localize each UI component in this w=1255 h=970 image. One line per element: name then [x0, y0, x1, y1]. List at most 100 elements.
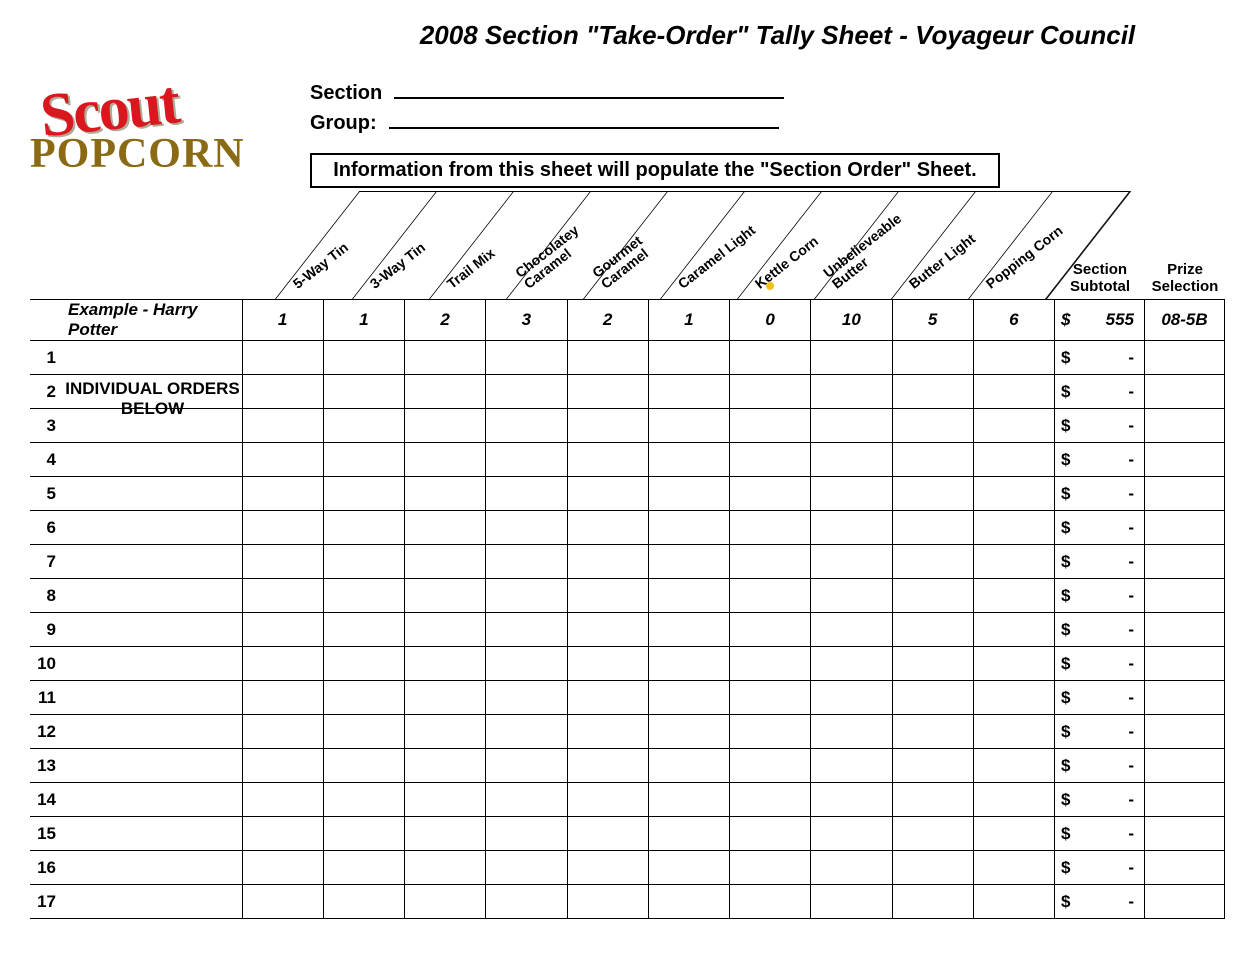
qty-cell[interactable] — [730, 647, 811, 681]
name-cell[interactable] — [62, 511, 242, 545]
name-cell[interactable] — [62, 579, 242, 613]
qty-cell[interactable] — [242, 783, 323, 817]
qty-cell[interactable] — [730, 409, 811, 443]
qty-cell[interactable] — [892, 477, 973, 511]
qty-cell[interactable] — [730, 783, 811, 817]
qty-cell[interactable] — [323, 613, 404, 647]
prize-cell[interactable] — [1145, 545, 1225, 579]
qty-cell[interactable] — [242, 851, 323, 885]
qty-cell[interactable] — [811, 817, 892, 851]
qty-cell[interactable] — [648, 375, 729, 409]
qty-cell[interactable] — [892, 647, 973, 681]
prize-cell[interactable] — [1145, 613, 1225, 647]
qty-cell[interactable] — [730, 511, 811, 545]
prize-cell[interactable] — [1145, 681, 1225, 715]
qty-cell[interactable] — [567, 511, 648, 545]
qty-cell[interactable] — [730, 715, 811, 749]
qty-cell[interactable] — [648, 783, 729, 817]
name-cell[interactable] — [62, 443, 242, 477]
qty-cell[interactable] — [242, 477, 323, 511]
qty-cell[interactable] — [973, 749, 1054, 783]
qty-cell[interactable] — [567, 443, 648, 477]
qty-cell[interactable] — [648, 647, 729, 681]
qty-cell[interactable] — [973, 341, 1054, 375]
name-cell[interactable] — [62, 613, 242, 647]
qty-cell[interactable] — [811, 477, 892, 511]
qty-cell[interactable] — [892, 885, 973, 919]
qty-cell[interactable] — [323, 375, 404, 409]
qty-cell[interactable] — [973, 375, 1054, 409]
qty-cell[interactable] — [648, 715, 729, 749]
qty-cell[interactable] — [567, 851, 648, 885]
prize-cell[interactable] — [1145, 749, 1225, 783]
qty-cell[interactable] — [973, 851, 1054, 885]
qty-cell[interactable] — [405, 545, 486, 579]
qty-cell[interactable] — [242, 341, 323, 375]
qty-cell[interactable] — [973, 409, 1054, 443]
qty-cell[interactable] — [323, 885, 404, 919]
qty-cell[interactable] — [486, 851, 567, 885]
qty-cell[interactable] — [648, 443, 729, 477]
qty-cell[interactable] — [892, 851, 973, 885]
qty-cell[interactable] — [811, 885, 892, 919]
qty-cell[interactable] — [242, 579, 323, 613]
qty-cell[interactable] — [730, 443, 811, 477]
qty-cell[interactable] — [323, 749, 404, 783]
prize-cell[interactable] — [1145, 477, 1225, 511]
qty-cell[interactable] — [892, 375, 973, 409]
qty-cell[interactable] — [405, 613, 486, 647]
qty-cell[interactable] — [567, 409, 648, 443]
qty-cell[interactable] — [486, 477, 567, 511]
prize-cell[interactable] — [1145, 579, 1225, 613]
qty-cell[interactable] — [486, 715, 567, 749]
qty-cell[interactable] — [648, 681, 729, 715]
qty-cell[interactable] — [811, 613, 892, 647]
qty-cell[interactable] — [486, 783, 567, 817]
prize-cell[interactable] — [1145, 715, 1225, 749]
qty-cell[interactable] — [811, 647, 892, 681]
qty-cell[interactable] — [486, 443, 567, 477]
qty-cell[interactable] — [648, 885, 729, 919]
qty-cell[interactable] — [730, 375, 811, 409]
qty-cell[interactable] — [973, 817, 1054, 851]
qty-cell[interactable] — [730, 681, 811, 715]
name-cell[interactable] — [62, 715, 242, 749]
prize-cell[interactable] — [1145, 511, 1225, 545]
qty-cell[interactable] — [892, 681, 973, 715]
qty-cell[interactable] — [892, 715, 973, 749]
prize-cell[interactable] — [1145, 851, 1225, 885]
name-cell[interactable] — [62, 817, 242, 851]
qty-cell[interactable] — [811, 579, 892, 613]
qty-cell[interactable] — [567, 885, 648, 919]
qty-cell[interactable] — [405, 749, 486, 783]
qty-cell[interactable] — [405, 647, 486, 681]
section-input-line[interactable] — [394, 79, 784, 99]
qty-cell[interactable] — [242, 681, 323, 715]
name-cell[interactable] — [62, 545, 242, 579]
qty-cell[interactable] — [730, 545, 811, 579]
qty-cell[interactable] — [323, 545, 404, 579]
qty-cell[interactable] — [323, 715, 404, 749]
qty-cell[interactable] — [648, 341, 729, 375]
qty-cell[interactable] — [811, 715, 892, 749]
qty-cell[interactable] — [323, 477, 404, 511]
qty-cell[interactable] — [486, 749, 567, 783]
qty-cell[interactable] — [323, 817, 404, 851]
qty-cell[interactable] — [973, 715, 1054, 749]
qty-cell[interactable] — [567, 341, 648, 375]
qty-cell[interactable] — [730, 613, 811, 647]
qty-cell[interactable] — [892, 545, 973, 579]
qty-cell[interactable] — [648, 749, 729, 783]
qty-cell[interactable] — [892, 579, 973, 613]
qty-cell[interactable] — [973, 783, 1054, 817]
qty-cell[interactable] — [567, 817, 648, 851]
qty-cell[interactable] — [567, 375, 648, 409]
qty-cell[interactable] — [405, 817, 486, 851]
qty-cell[interactable] — [892, 341, 973, 375]
qty-cell[interactable] — [648, 579, 729, 613]
qty-cell[interactable] — [242, 715, 323, 749]
qty-cell[interactable] — [486, 545, 567, 579]
name-cell[interactable] — [62, 749, 242, 783]
qty-cell[interactable] — [892, 409, 973, 443]
qty-cell[interactable] — [242, 545, 323, 579]
